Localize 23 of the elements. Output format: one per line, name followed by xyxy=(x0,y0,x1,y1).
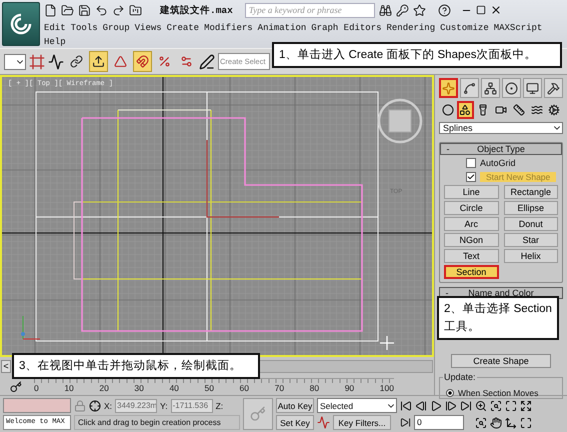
prompt-text: Click and drag to begin creation process xyxy=(74,415,240,430)
annotation-tooltip: 1、单击进入 Create 面板下的 Shapes次面板中。 xyxy=(272,42,562,68)
window-title: 建筑設文件.max xyxy=(160,4,233,16)
tick-label: 70 xyxy=(274,383,284,393)
tick-label: 60 xyxy=(240,383,250,393)
tick-label: 50 xyxy=(204,383,214,393)
tick-label: 10 xyxy=(64,383,74,393)
coord-label: X: xyxy=(104,400,112,410)
tick-label: 0 xyxy=(34,383,39,393)
coord-label: Z: xyxy=(216,400,224,410)
start-new-shape-label: Start New Shape xyxy=(480,172,556,182)
tick-label: 20 xyxy=(99,383,109,393)
group-title: Update: xyxy=(443,372,477,382)
annotation-tooltip: 3、在视图中单击并拖动鼠标，绘制截面。 xyxy=(12,353,260,379)
tick-label: 40 xyxy=(169,383,179,393)
tick-label: 90 xyxy=(344,383,354,393)
coord-label: Y: xyxy=(160,400,168,410)
annotation-tooltip: 2、单击选择 Section 工具。 xyxy=(437,296,559,340)
tick-label: 100 xyxy=(380,383,394,393)
radio-label: When Section Moves xyxy=(458,388,538,398)
tick-label: 30 xyxy=(134,383,144,393)
tick-label: 80 xyxy=(310,383,320,393)
checkbox-label: AutoGrid xyxy=(480,158,516,168)
